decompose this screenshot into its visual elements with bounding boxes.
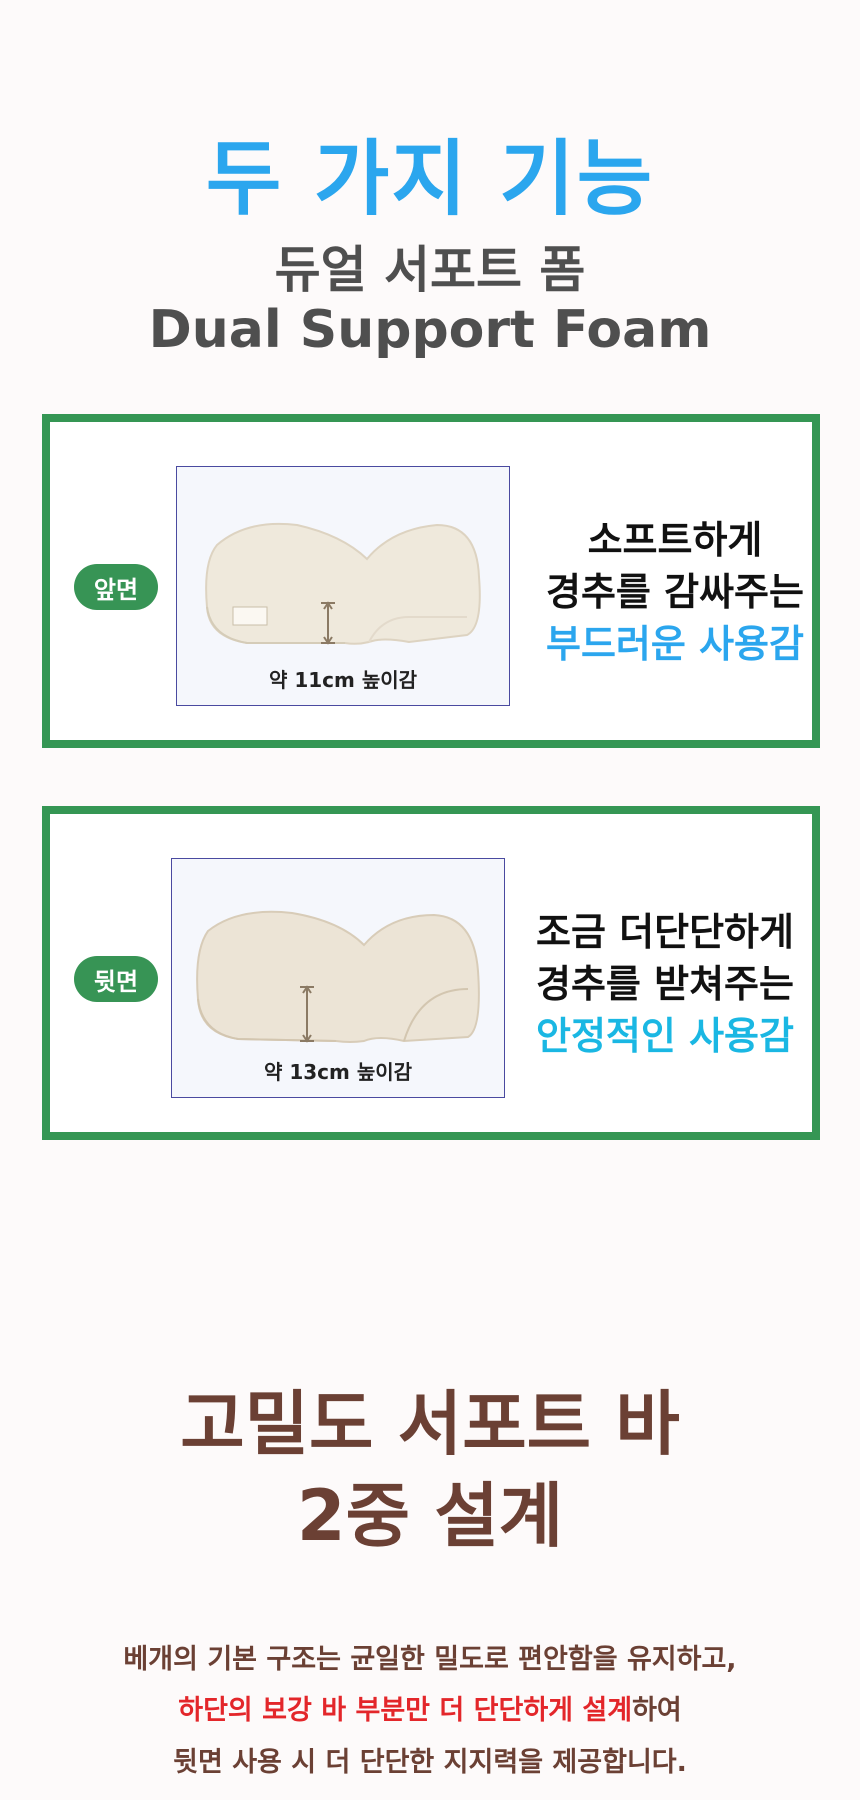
back-side-badge: 뒷면: [74, 956, 158, 1002]
support-paragraph-line-3: 뒷면 사용 시 더 단단한 지지력을 제공합니다.: [173, 1747, 687, 1778]
support-paragraph-line-1: 베개의 기본 구조는 균일한 밀도로 편안함을 유지하고,: [123, 1644, 737, 1675]
back-side-card: 뒷면 약 13cm 높이감 조금 더단단하게 경추를 받쳐주는 안정적인 사용감: [42, 806, 820, 1140]
front-desc-line-1: 소프트하게: [587, 518, 763, 562]
back-desc-accent: 안정적인 사용감: [536, 1014, 794, 1058]
back-height-caption: 약 13cm 높이감: [263, 1060, 413, 1084]
subtitle-korean: 듀얼 서포트 폼: [274, 241, 586, 299]
front-side-badge: 앞면: [74, 564, 158, 610]
support-title-line-1: 고밀도 서포트 바: [180, 1383, 680, 1465]
back-desc-line-1: 조금 더단단하게: [536, 910, 794, 954]
pillow-back-photo: 약 13cm 높이감: [171, 858, 505, 1098]
back-desc-line-2: 경추를 받쳐주는: [536, 962, 794, 1006]
support-paragraph-line-2-rest: 하여: [632, 1695, 682, 1726]
front-description: 소프트하게 경추를 감싸주는 부드러운 사용감: [540, 514, 810, 670]
front-desc-accent: 부드러운 사용감: [546, 622, 804, 666]
support-paragraph-line-2: 하단의 보강 바 부분만 더 단단하게 설계하여: [0, 1688, 860, 1727]
back-description: 조금 더단단하게 경추를 받쳐주는 안정적인 사용감: [520, 906, 810, 1062]
pillow-front-photo: 약 11cm 높이감: [176, 466, 510, 706]
front-side-card: 앞면 약 11cm 높이감 소프트하게 경추를 감싸주는 부드러운 사용감: [42, 414, 820, 748]
support-title-line-2: 2중 설계: [296, 1475, 564, 1557]
front-height-caption: 약 11cm 높이감: [268, 668, 418, 692]
subtitle-english: Dual Support Foam: [148, 300, 712, 360]
support-paragraph-highlight: 하단의 보강 바 부분만 더 단단하게 설계: [178, 1695, 633, 1726]
support-bar-title: 고밀도 서포트 바 2중 설계: [0, 1378, 860, 1562]
front-desc-line-2: 경추를 감싸주는: [546, 570, 804, 614]
section-title: 두 가지 기능: [205, 132, 655, 227]
